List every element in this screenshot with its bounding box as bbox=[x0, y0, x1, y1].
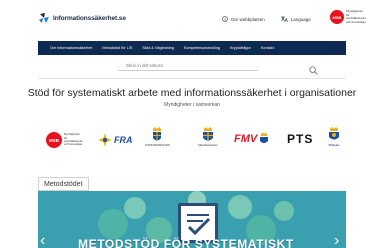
crown-crest-icon bbox=[153, 127, 162, 141]
page-subtitle: Myndigheter i samverkan bbox=[164, 102, 220, 108]
banner-title: METODSTÖD FÖR SYSTEMATISKT bbox=[78, 237, 294, 248]
crown-crest-icon bbox=[202, 127, 213, 141]
polisen-caption: Polisen bbox=[328, 143, 340, 147]
site-header: Informationssäkerhet.se Om webbplatsen L… bbox=[0, 0, 384, 40]
translate-icon bbox=[280, 16, 288, 22]
decor-circle bbox=[274, 201, 294, 221]
agency-forsvarsmakten-logo[interactable]: FÖRSVARSMAKTEN bbox=[145, 126, 170, 147]
language-label: Language bbox=[290, 16, 311, 22]
site-logo[interactable]: Informationssäkerhet.se bbox=[38, 12, 126, 24]
site-name: Informationssäkerhet.se bbox=[53, 14, 126, 22]
pts-text: PTS bbox=[287, 132, 314, 146]
about-link[interactable]: Om webbplatsen bbox=[222, 16, 265, 22]
decor-circle bbox=[228, 195, 252, 219]
msb-agency-name: Myndigheten för samhällsskydd och bereds… bbox=[64, 132, 83, 147]
agency-sakerhetspolisen-logo[interactable]: Säkerhetspolisen bbox=[198, 126, 218, 147]
fra-text: FRA bbox=[114, 135, 133, 145]
nav-item-kompetensutveckling[interactable]: Kompetensutveckling bbox=[184, 46, 220, 50]
msb-name: Myndigheten för samhällsskydd och bereds… bbox=[346, 9, 366, 24]
nav-item-stod-vagledning[interactable]: Stöd & Vägledning bbox=[142, 46, 173, 50]
search-bar bbox=[38, 55, 346, 79]
agency-polisen-logo[interactable]: Polisen bbox=[327, 126, 341, 147]
main-nav: Om informationssäkerhet Metodstöd för LI… bbox=[38, 41, 346, 55]
msb-emblem: MSB bbox=[46, 132, 62, 148]
nav-item-kontakt[interactable]: Kontakt bbox=[261, 46, 274, 50]
agency-fmv-logo[interactable]: FMV bbox=[234, 132, 269, 146]
info-icon bbox=[222, 16, 228, 22]
nav-item-metodstod[interactable]: Metodstöd för LIS bbox=[102, 46, 132, 50]
sakerhetspolisen-caption: Säkerhetspolisen bbox=[198, 144, 218, 147]
police-crest-icon bbox=[329, 127, 339, 140]
nav-item-om-informationssakerhet[interactable]: Om informationssäkerhet bbox=[50, 46, 92, 50]
hero-banner[interactable]: Metodstödet METODSTÖD FÖR SYSTEMATISKT ‹… bbox=[38, 177, 346, 248]
language-link[interactable]: Language bbox=[280, 16, 311, 22]
page-title: Stöd för systematiskt arbete med informa… bbox=[27, 87, 357, 99]
search-input[interactable] bbox=[118, 61, 258, 71]
agency-msb-logo[interactable]: MSB Myndigheten för samhällsskydd och be… bbox=[46, 132, 84, 148]
banner-tag: Metodstödet bbox=[38, 177, 89, 191]
carousel-prev-button[interactable]: ‹ bbox=[40, 233, 50, 248]
carousel-next-button[interactable]: › bbox=[334, 233, 344, 248]
forsvarsmakten-caption: FÖRSVARSMAKTEN bbox=[145, 144, 170, 147]
decor-circle bbox=[98, 209, 128, 239]
msb-emblem: MSB bbox=[330, 10, 344, 25]
msb-logo[interactable]: MSB Myndigheten för samhällsskydd och be… bbox=[330, 9, 366, 25]
about-label: Om webbplatsen bbox=[231, 16, 265, 22]
fra-star-icon bbox=[98, 133, 112, 147]
decor-circle bbox=[124, 197, 146, 219]
search-icon[interactable] bbox=[309, 62, 318, 80]
logo-icon bbox=[39, 13, 49, 23]
agency-pts-logo[interactable]: PTS bbox=[287, 132, 313, 146]
agency-fra-logo[interactable]: FRA bbox=[98, 133, 133, 147]
crown-crest-icon bbox=[260, 132, 269, 143]
fmv-text: FMV bbox=[234, 133, 258, 145]
nav-item-kryptofragor[interactable]: Kryptofrågor bbox=[230, 46, 251, 50]
